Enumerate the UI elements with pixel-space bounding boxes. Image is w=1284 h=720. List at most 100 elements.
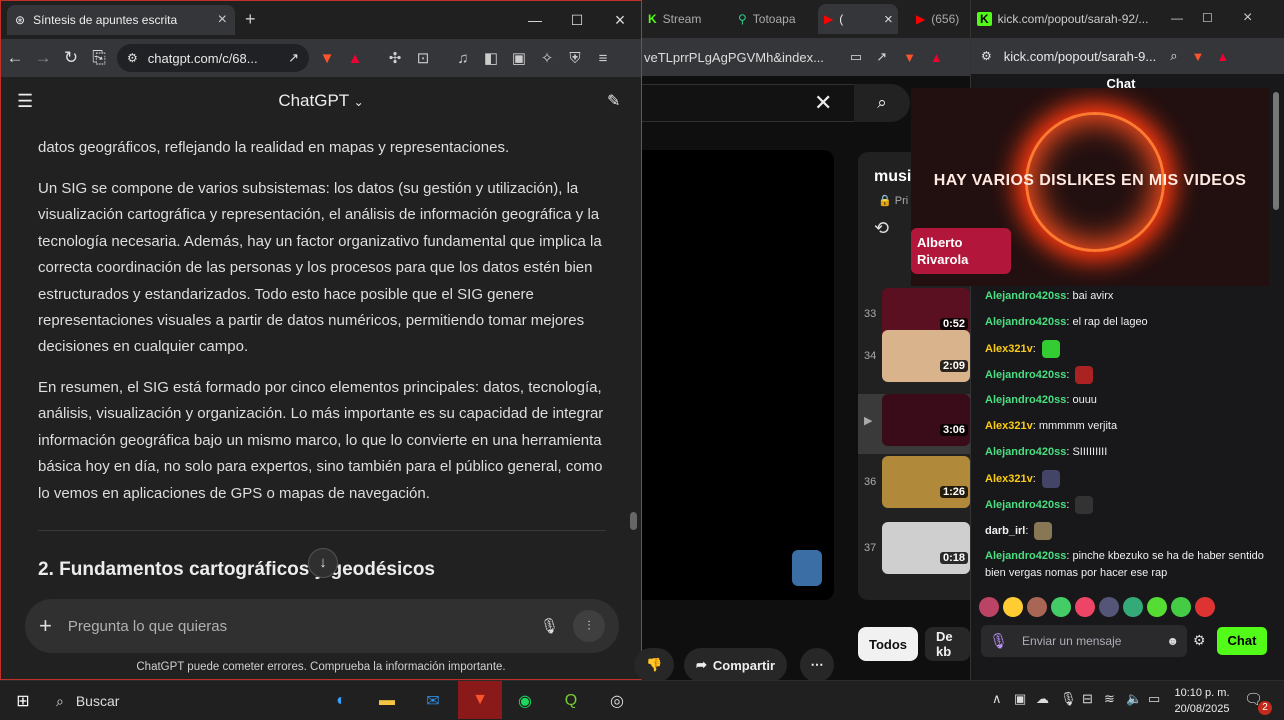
leo-ai-icon[interactable]: ✧	[533, 49, 561, 67]
close-tab-icon[interactable]: ×	[884, 11, 893, 28]
chat-username[interactable]: Alex321v	[985, 420, 1033, 432]
chip-channel[interactable]: De kb	[925, 627, 970, 661]
emote[interactable]	[1075, 597, 1095, 617]
brave-shields-icon[interactable]: ▼	[313, 50, 341, 67]
emote[interactable]	[1003, 597, 1023, 617]
playlist-thumbnail[interactable]: 0:18	[882, 522, 970, 574]
media-icon[interactable]: ♫	[449, 50, 477, 67]
playlist-item[interactable]: 34 2:09	[858, 330, 970, 390]
chat-emote[interactable]	[1075, 496, 1094, 514]
playlist-item[interactable]: 37 0:18	[858, 522, 970, 582]
emoji-icon[interactable]: ☻	[1166, 634, 1179, 648]
prompt-composer[interactable]: + Pregunta lo que quieras 🎙 ⫶	[25, 599, 619, 653]
emote[interactable]	[1099, 597, 1119, 617]
playlist-thumbnail[interactable]: 3:06	[882, 394, 970, 446]
minimize-button[interactable]: —	[513, 1, 557, 39]
tab-youtube-active[interactable]: ▶(×	[818, 4, 898, 34]
attach-plus-icon[interactable]: +	[39, 613, 52, 639]
chip-all[interactable]: Todos	[858, 627, 919, 661]
share-icon[interactable]: ↗	[288, 50, 299, 66]
chat-username[interactable]: Alejandro420ss	[985, 290, 1066, 302]
system-clock[interactable]: 10:10 p. m. 20/08/2025	[1172, 685, 1232, 717]
share-icon[interactable]: ↗	[876, 49, 887, 65]
close-window-button[interactable]: ×	[1243, 9, 1252, 27]
chat-username[interactable]: Alejandro420ss	[985, 394, 1066, 406]
chat-username[interactable]: Alejandro420ss	[985, 550, 1066, 562]
emote[interactable]	[1147, 597, 1167, 617]
tab-kick-stream[interactable]: K Stream	[648, 4, 701, 34]
emote[interactable]	[1051, 597, 1071, 617]
url-text[interactable]: kick.com/popout/sarah-9...	[1004, 49, 1156, 64]
brave-rewards-icon[interactable]: ▲	[341, 50, 369, 67]
chat-input[interactable]: 🎙 Enviar un mensaje ☻	[981, 625, 1187, 657]
voice-mode-icon[interactable]: ⫶	[573, 610, 605, 642]
emote[interactable]	[1123, 597, 1143, 617]
search-icon[interactable]: ⌕	[854, 84, 910, 122]
chat-username[interactable]: Alejandro420ss	[985, 499, 1066, 511]
clear-search-icon[interactable]: ✕	[814, 90, 832, 116]
tab-maps[interactable]: ⚲ Totoapa	[738, 4, 796, 34]
extensions-icon[interactable]: ✣	[381, 49, 409, 67]
bookmark-icon[interactable]: ⎘	[85, 48, 113, 68]
chat-emote[interactable]	[1041, 340, 1060, 358]
maximize-button[interactable]: ☐	[1202, 11, 1213, 25]
scrollbar-thumb[interactable]	[630, 512, 637, 530]
emote[interactable]	[1027, 597, 1047, 617]
tray-chevron-icon[interactable]: ∧	[992, 691, 1002, 707]
new-tab-button[interactable]: +	[245, 9, 256, 30]
zoom-icon[interactable]: ⌕	[1170, 48, 1177, 64]
edge-icon[interactable]: ◐	[326, 687, 356, 715]
scroll-down-button[interactable]: ↓	[308, 548, 338, 578]
brave-shields-icon[interactable]: ▼	[1192, 49, 1205, 64]
brave-rewards-icon[interactable]: ▲	[930, 50, 943, 65]
chat-username[interactable]: darb_irl	[985, 525, 1025, 537]
obs-icon[interactable]: ◎	[602, 687, 632, 715]
send-chat-button[interactable]: Chat	[1217, 627, 1267, 655]
sidebar-toggle-icon[interactable]: ☰	[17, 91, 33, 112]
url-text[interactable]: veTLprrPLgAgPGVMh&index...	[644, 50, 824, 65]
more-actions-icon[interactable]: ⋯	[800, 648, 834, 682]
taskbar-search[interactable]: ⌕ Buscar	[48, 687, 308, 715]
emote[interactable]	[1195, 597, 1215, 617]
tray-cloud-icon[interactable]: ☁	[1036, 691, 1049, 707]
chat-scrollbar[interactable]	[1273, 92, 1279, 210]
microphone-icon[interactable]: 🎙	[989, 632, 1008, 650]
dislike-button[interactable]: 👎	[634, 648, 674, 682]
file-explorer-icon[interactable]: ▬	[372, 687, 402, 715]
site-settings-icon[interactable]: ⚙	[981, 49, 992, 63]
back-icon[interactable]: ←	[1, 48, 29, 68]
emote[interactable]	[979, 597, 999, 617]
reload-icon[interactable]: ↻	[57, 48, 85, 68]
brave-shields-icon[interactable]: ▼	[903, 50, 916, 65]
site-settings-icon[interactable]: ⚙	[127, 51, 138, 65]
mail-icon[interactable]: ✉	[418, 687, 448, 715]
video-player[interactable]	[642, 150, 834, 600]
loop-icon[interactable]: ⟲	[874, 218, 889, 239]
tab-chatgpt[interactable]: ⊛ Síntesis de apuntes escrita ×	[7, 5, 235, 35]
chat-emote[interactable]	[1041, 470, 1060, 488]
qgis-icon[interactable]: Q	[556, 687, 586, 715]
screenshot-icon[interactable]: ⊡	[409, 49, 437, 67]
start-windows-icon[interactable]: ⊞	[8, 687, 38, 715]
close-window-button[interactable]: ×	[598, 1, 642, 39]
volume-icon[interactable]: 🔈	[1126, 691, 1142, 707]
wallet-icon[interactable]: ▣	[505, 49, 533, 67]
url-field[interactable]: ⚙ chatgpt.com/c/68... ↗	[117, 44, 309, 72]
playlist-item[interactable]: ▶ 3:06	[858, 394, 970, 454]
spotify-icon[interactable]: ◉	[510, 687, 540, 715]
chat-username[interactable]: Alex321v	[985, 343, 1033, 355]
new-chat-icon[interactable]: ✎	[607, 91, 620, 111]
brave-taskbar-icon[interactable]: ▼	[458, 681, 502, 719]
chat-username[interactable]: Alejandro420ss	[985, 316, 1066, 328]
tray-display-icon[interactable]: ⊟	[1082, 691, 1093, 707]
cast-icon[interactable]: ▭	[850, 49, 862, 65]
playlist-thumbnail[interactable]: 2:09	[882, 330, 970, 382]
chat-emote[interactable]	[1075, 366, 1094, 384]
tray-mic-icon[interactable]: 🎙	[1060, 691, 1077, 707]
chat-username[interactable]: Alejandro420ss	[985, 369, 1066, 381]
microphone-icon[interactable]: 🎙	[540, 617, 559, 635]
tray-app-icon[interactable]: ▣	[1014, 691, 1026, 707]
tab-youtube[interactable]: ▶ (656)	[916, 4, 959, 34]
maximize-button[interactable]: ☐	[555, 1, 599, 39]
sidebar-icon[interactable]: ◧	[477, 49, 505, 67]
